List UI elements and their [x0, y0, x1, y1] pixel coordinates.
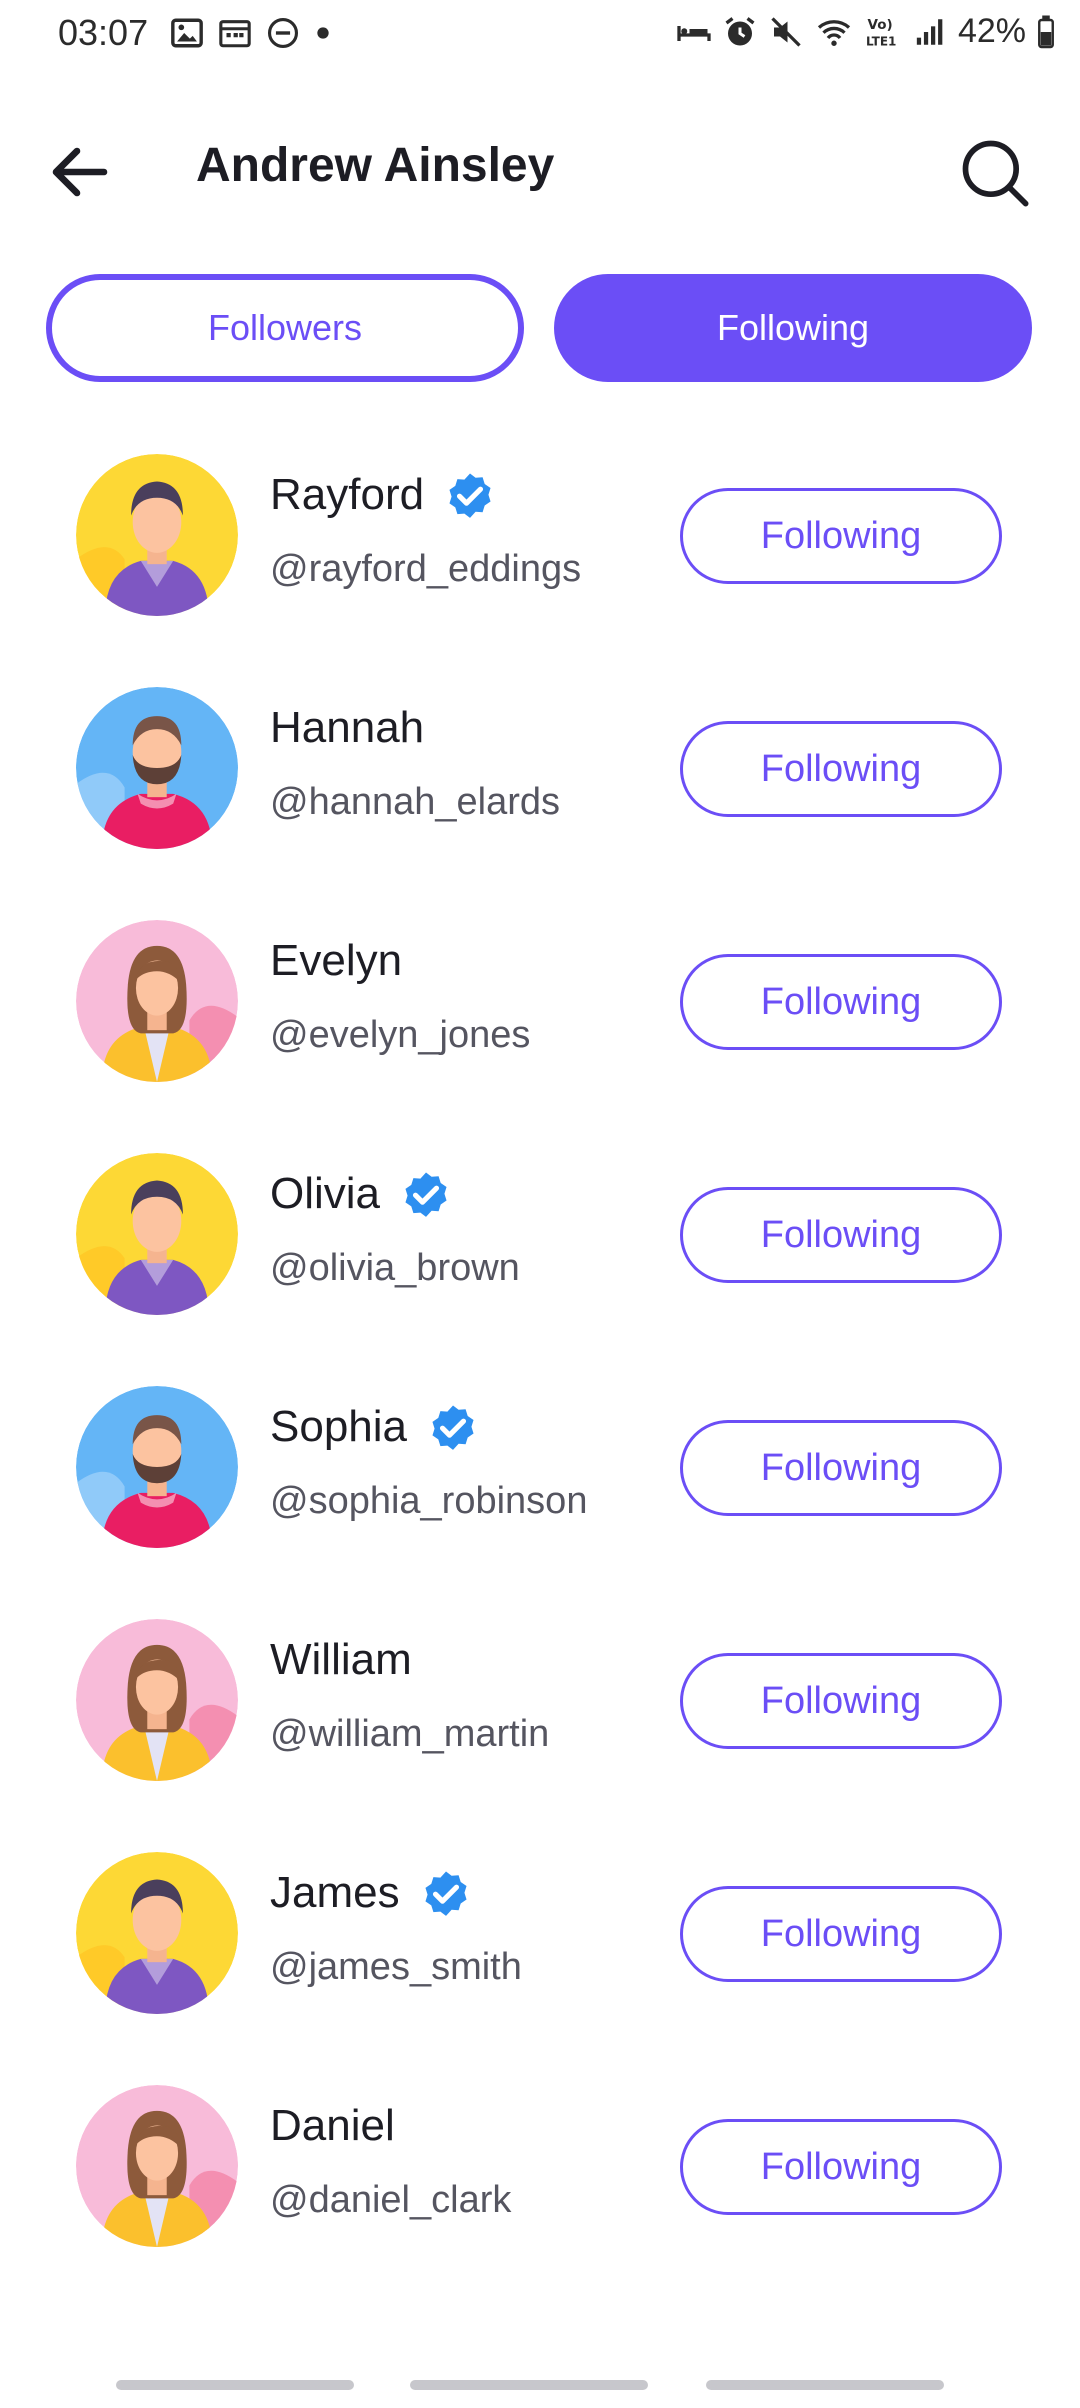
user-avatar[interactable] [76, 454, 238, 616]
following-button[interactable]: Following [680, 721, 1002, 817]
user-name: Daniel [270, 2101, 395, 2150]
user-row[interactable]: Hannah @hannah_elards Following [0, 673, 1080, 911]
user-handle: @rayford_eddings [270, 548, 582, 590]
nav-recents[interactable] [116, 2380, 354, 2390]
user-row[interactable]: Rayford @rayford_eddings Following [0, 440, 1080, 678]
user-name: William [270, 1635, 412, 1684]
user-name: Rayford [270, 470, 425, 519]
user-avatar[interactable] [76, 1386, 238, 1548]
user-row[interactable]: Olivia @olivia_brown Following [0, 1139, 1080, 1377]
user-row[interactable]: Daniel @daniel_clark Following [0, 2071, 1080, 2309]
user-row[interactable]: William @william_martin Following [0, 1605, 1080, 1843]
page-title: Andrew Ainsley [196, 139, 555, 192]
user-handle: @evelyn_jones [270, 1014, 531, 1056]
following-button[interactable]: Following [680, 1653, 1002, 1749]
wifi-icon [817, 19, 851, 46]
user-handle: @daniel_clark [270, 2179, 512, 2221]
verified-badge-icon [398, 1169, 454, 1225]
battery-icon [1038, 15, 1054, 48]
following-button[interactable]: Following [680, 488, 1002, 584]
user-name: Hannah [270, 703, 425, 752]
verified-badge-icon [442, 470, 498, 526]
following-button[interactable]: Following [680, 1420, 1002, 1516]
dnd-icon [267, 17, 299, 49]
user-handle: @hannah_elards [270, 781, 561, 823]
user-handle: @james_smith [270, 1946, 522, 1988]
nav-back[interactable] [706, 2380, 944, 2390]
user-avatar[interactable] [76, 920, 238, 1082]
svg-text:Vo): Vo) [867, 17, 892, 33]
verified-badge-icon [425, 1402, 481, 1458]
svg-text:LTE1: LTE1 [866, 34, 896, 48]
user-name: Sophia [270, 1402, 408, 1451]
user-avatar[interactable] [76, 687, 238, 849]
following-button[interactable]: Following [680, 954, 1002, 1050]
user-avatar[interactable] [76, 1619, 238, 1781]
following-button[interactable]: Following [680, 1886, 1002, 1982]
signal-icon [916, 18, 943, 45]
user-row[interactable]: Sophia @sophia_robinson Following [0, 1372, 1080, 1610]
dot-icon [317, 27, 329, 39]
nav-home[interactable] [410, 2380, 648, 2390]
search-icon [962, 140, 1029, 207]
user-avatar[interactable] [76, 1153, 238, 1315]
user-name: Olivia [270, 1169, 381, 1218]
user-row[interactable]: Evelyn @evelyn_jones Following [0, 906, 1080, 1144]
back-arrow-icon [52, 147, 108, 197]
calendar-icon [219, 20, 251, 48]
tab-followers[interactable]: Followers [46, 274, 524, 382]
status-bar: 03:07 Vo) LTE1 42% [0, 0, 1080, 72]
user-handle: @william_martin [270, 1713, 550, 1755]
volte-icon: Vo)LTE1 [866, 17, 896, 49]
battery-percent: 42% [957, 12, 1026, 50]
tab-bar: Followers Following [46, 274, 1036, 382]
user-handle: @olivia_brown [270, 1247, 520, 1289]
user-avatar[interactable] [76, 2085, 238, 2247]
user-avatar[interactable] [76, 1852, 238, 2014]
user-handle: @sophia_robinson [270, 1480, 588, 1522]
status-time: 03:07 [58, 12, 149, 53]
system-nav-bar [0, 2370, 1080, 2408]
back-button[interactable] [44, 136, 116, 208]
gallery-icon [171, 18, 203, 48]
following-button[interactable]: Following [680, 2119, 1002, 2215]
following-button[interactable]: Following [680, 1187, 1002, 1283]
search-button[interactable] [956, 134, 1032, 210]
tab-following[interactable]: Following [554, 274, 1032, 382]
user-name: James [270, 1868, 400, 1917]
user-row[interactable]: James @james_smith Following [0, 1838, 1080, 2076]
verified-badge-icon [418, 1868, 474, 1924]
user-name: Evelyn [270, 936, 403, 985]
mute-icon [771, 16, 801, 47]
app-bar: Andrew Ainsley [0, 100, 1080, 240]
sleep-icon [677, 25, 711, 41]
alarm-icon [725, 16, 755, 45]
